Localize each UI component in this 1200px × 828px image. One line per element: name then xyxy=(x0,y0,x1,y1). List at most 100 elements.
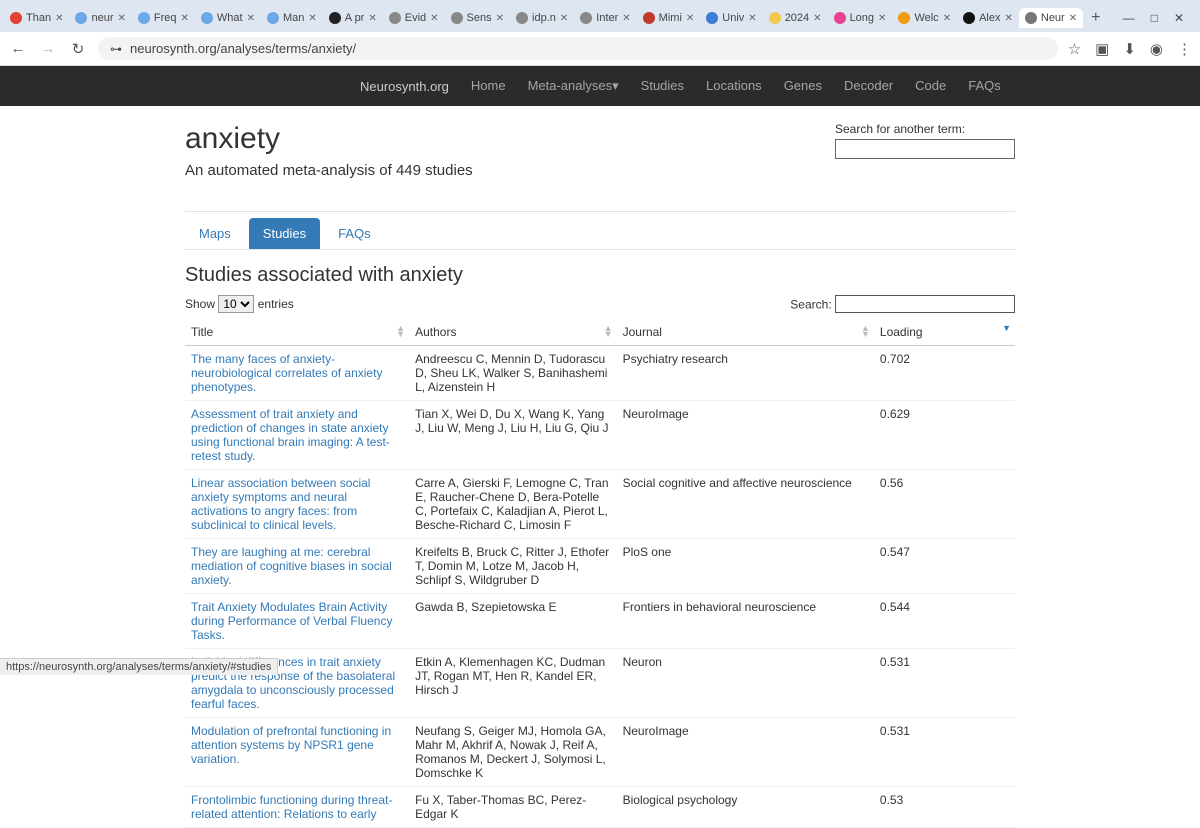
browser-tab[interactable]: Mimi✕ xyxy=(637,8,701,28)
loading-cell: 0.531 xyxy=(874,649,1015,718)
download-icon[interactable]: ⬇ xyxy=(1123,40,1136,58)
new-tab-button[interactable]: + xyxy=(1083,9,1108,27)
nav-link[interactable]: Code xyxy=(915,78,946,94)
study-title-link[interactable]: The many faces of anxiety-neurobiologica… xyxy=(191,352,382,394)
study-title-link[interactable]: Frontolimbic functioning during threat-r… xyxy=(191,793,392,821)
search-term-input[interactable] xyxy=(835,139,1015,159)
close-tab-icon[interactable]: ✕ xyxy=(878,13,886,24)
tab-label: Long xyxy=(850,12,874,24)
browser-tab[interactable]: Alex✕ xyxy=(957,8,1019,28)
divider xyxy=(185,211,1015,212)
close-tab-icon[interactable]: ✕ xyxy=(1069,13,1077,24)
tab-studies[interactable]: Studies xyxy=(249,218,320,249)
close-tab-icon[interactable]: ✕ xyxy=(55,13,63,24)
column-header[interactable]: Authors▲▼ xyxy=(409,319,617,346)
forward-button[interactable]: → xyxy=(38,40,58,57)
table-header-row: Title▲▼Authors▲▼Journal▲▼Loading▼ xyxy=(185,319,1015,346)
entries-select[interactable]: 10 xyxy=(218,295,254,313)
study-title-link[interactable]: Modulation of prefrontal functioning in … xyxy=(191,724,391,766)
study-title-link[interactable]: Assessment of trait anxiety and predicti… xyxy=(191,407,390,463)
close-tab-icon[interactable]: ✕ xyxy=(496,13,504,24)
authors-cell: Carre A, Gierski F, Lemogne C, Tran E, R… xyxy=(409,470,617,539)
close-tab-icon[interactable]: ✕ xyxy=(813,13,821,24)
close-window-button[interactable]: ✕ xyxy=(1174,11,1184,25)
loading-cell: 0.629 xyxy=(874,401,1015,470)
close-tab-icon[interactable]: ✕ xyxy=(560,13,568,24)
nav-link[interactable]: FAQs xyxy=(968,78,1001,94)
browser-tab[interactable]: Long ✕ xyxy=(828,8,893,28)
close-tab-icon[interactable]: ✕ xyxy=(247,13,255,24)
browser-tab[interactable]: Univ✕ xyxy=(700,8,762,28)
reload-button[interactable]: ↻ xyxy=(68,40,88,58)
authors-cell: Andreescu C, Mennin D, Tudorascu D, Sheu… xyxy=(409,346,617,401)
browser-tab[interactable]: Than✕ xyxy=(4,8,69,28)
table-body: The many faces of anxiety-neurobiologica… xyxy=(185,346,1015,828)
browser-tab[interactable]: neur✕ xyxy=(69,8,131,28)
profile-icon[interactable]: ◉ xyxy=(1150,40,1163,58)
close-tab-icon[interactable]: ✕ xyxy=(943,13,951,24)
close-tab-icon[interactable]: ✕ xyxy=(686,13,694,24)
table-search-input[interactable] xyxy=(835,295,1015,313)
browser-tab[interactable]: Neur✕ xyxy=(1019,8,1083,28)
table-row: The many faces of anxiety-neurobiologica… xyxy=(185,346,1015,401)
status-bar: https://neurosynth.org/analyses/terms/an… xyxy=(0,658,278,675)
search-term-label: Search for another term: xyxy=(835,122,1015,136)
favicon-icon xyxy=(516,12,528,24)
nav-link[interactable]: Locations xyxy=(706,78,762,94)
back-button[interactable]: ← xyxy=(8,40,28,57)
menu-icon[interactable]: ⋮ xyxy=(1177,40,1192,58)
browser-tab[interactable]: idp.n ✕ xyxy=(510,8,574,28)
browser-tab[interactable]: 2024✕ xyxy=(763,8,828,28)
extension-icon[interactable]: ▣ xyxy=(1095,40,1109,58)
address-bar-row: ← → ↻ ⊶ neurosynth.org/analyses/terms/an… xyxy=(0,32,1200,66)
study-title-link[interactable]: They are laughing at me: cerebral mediat… xyxy=(191,545,392,587)
maximize-button[interactable]: □ xyxy=(1151,11,1158,25)
browser-tab[interactable]: Freq ✕ xyxy=(132,8,195,28)
favicon-icon xyxy=(898,12,910,24)
tab-faqs[interactable]: FAQs xyxy=(324,218,385,249)
browser-tab[interactable]: Inter✕ xyxy=(574,8,636,28)
nav-link[interactable]: Decoder xyxy=(844,78,893,94)
column-header[interactable]: Title▲▼ xyxy=(185,319,409,346)
column-header[interactable]: Journal▲▼ xyxy=(617,319,874,346)
minimize-button[interactable]: — xyxy=(1123,11,1135,25)
close-tab-icon[interactable]: ✕ xyxy=(368,13,376,24)
favicon-icon xyxy=(963,12,975,24)
brand-link[interactable]: Neurosynth.org xyxy=(360,79,449,94)
favicon-icon xyxy=(769,12,781,24)
browser-tab[interactable]: What✕ xyxy=(195,8,261,28)
loading-cell: 0.544 xyxy=(874,594,1015,649)
nav-link[interactable]: Genes xyxy=(784,78,822,94)
browser-tab[interactable]: Evid✕ xyxy=(383,8,445,28)
authors-cell: Fu X, Taber-Thomas BC, Perez-Edgar K xyxy=(409,787,617,828)
journal-cell: Social cognitive and affective neuroscie… xyxy=(617,470,874,539)
browser-tab[interactable]: Sens✕ xyxy=(445,8,510,28)
tab-maps[interactable]: Maps xyxy=(185,218,245,249)
browser-tab[interactable]: A pr✕ xyxy=(323,8,383,28)
study-title-link[interactable]: Linear association between social anxiet… xyxy=(191,476,370,532)
close-tab-icon[interactable]: ✕ xyxy=(308,13,316,24)
tab-label: idp.n xyxy=(532,12,556,24)
close-tab-icon[interactable]: ✕ xyxy=(622,13,630,24)
bookmark-star-icon[interactable]: ☆ xyxy=(1068,40,1081,58)
tab-label: Welc xyxy=(914,12,938,24)
close-tab-icon[interactable]: ✕ xyxy=(1004,13,1012,24)
nav-link[interactable]: Home xyxy=(471,78,506,94)
tab-label: Freq xyxy=(154,12,177,24)
close-tab-icon[interactable]: ✕ xyxy=(748,13,756,24)
column-header[interactable]: Loading▼ xyxy=(874,319,1015,346)
study-title-link[interactable]: Trait Anxiety Modulates Brain Activity d… xyxy=(191,600,392,642)
page-content: anxiety An automated meta-analysis of 44… xyxy=(185,106,1015,828)
nav-link[interactable]: Meta-analyses▾ xyxy=(528,78,619,94)
site-info-icon[interactable]: ⊶ xyxy=(110,42,122,56)
nav-link[interactable]: Studies xyxy=(641,78,684,94)
browser-tab[interactable]: Welc ✕ xyxy=(892,8,957,28)
close-tab-icon[interactable]: ✕ xyxy=(430,13,438,24)
close-tab-icon[interactable]: ✕ xyxy=(181,13,189,24)
studies-table: Title▲▼Authors▲▼Journal▲▼Loading▼ The ma… xyxy=(185,319,1015,828)
journal-cell: Biological psychology xyxy=(617,787,874,828)
close-tab-icon[interactable]: ✕ xyxy=(118,13,126,24)
browser-tab[interactable]: Man✕ xyxy=(261,8,323,28)
url-bar[interactable]: ⊶ neurosynth.org/analyses/terms/anxiety/ xyxy=(98,37,1058,60)
table-search-label: Search: xyxy=(790,298,831,312)
